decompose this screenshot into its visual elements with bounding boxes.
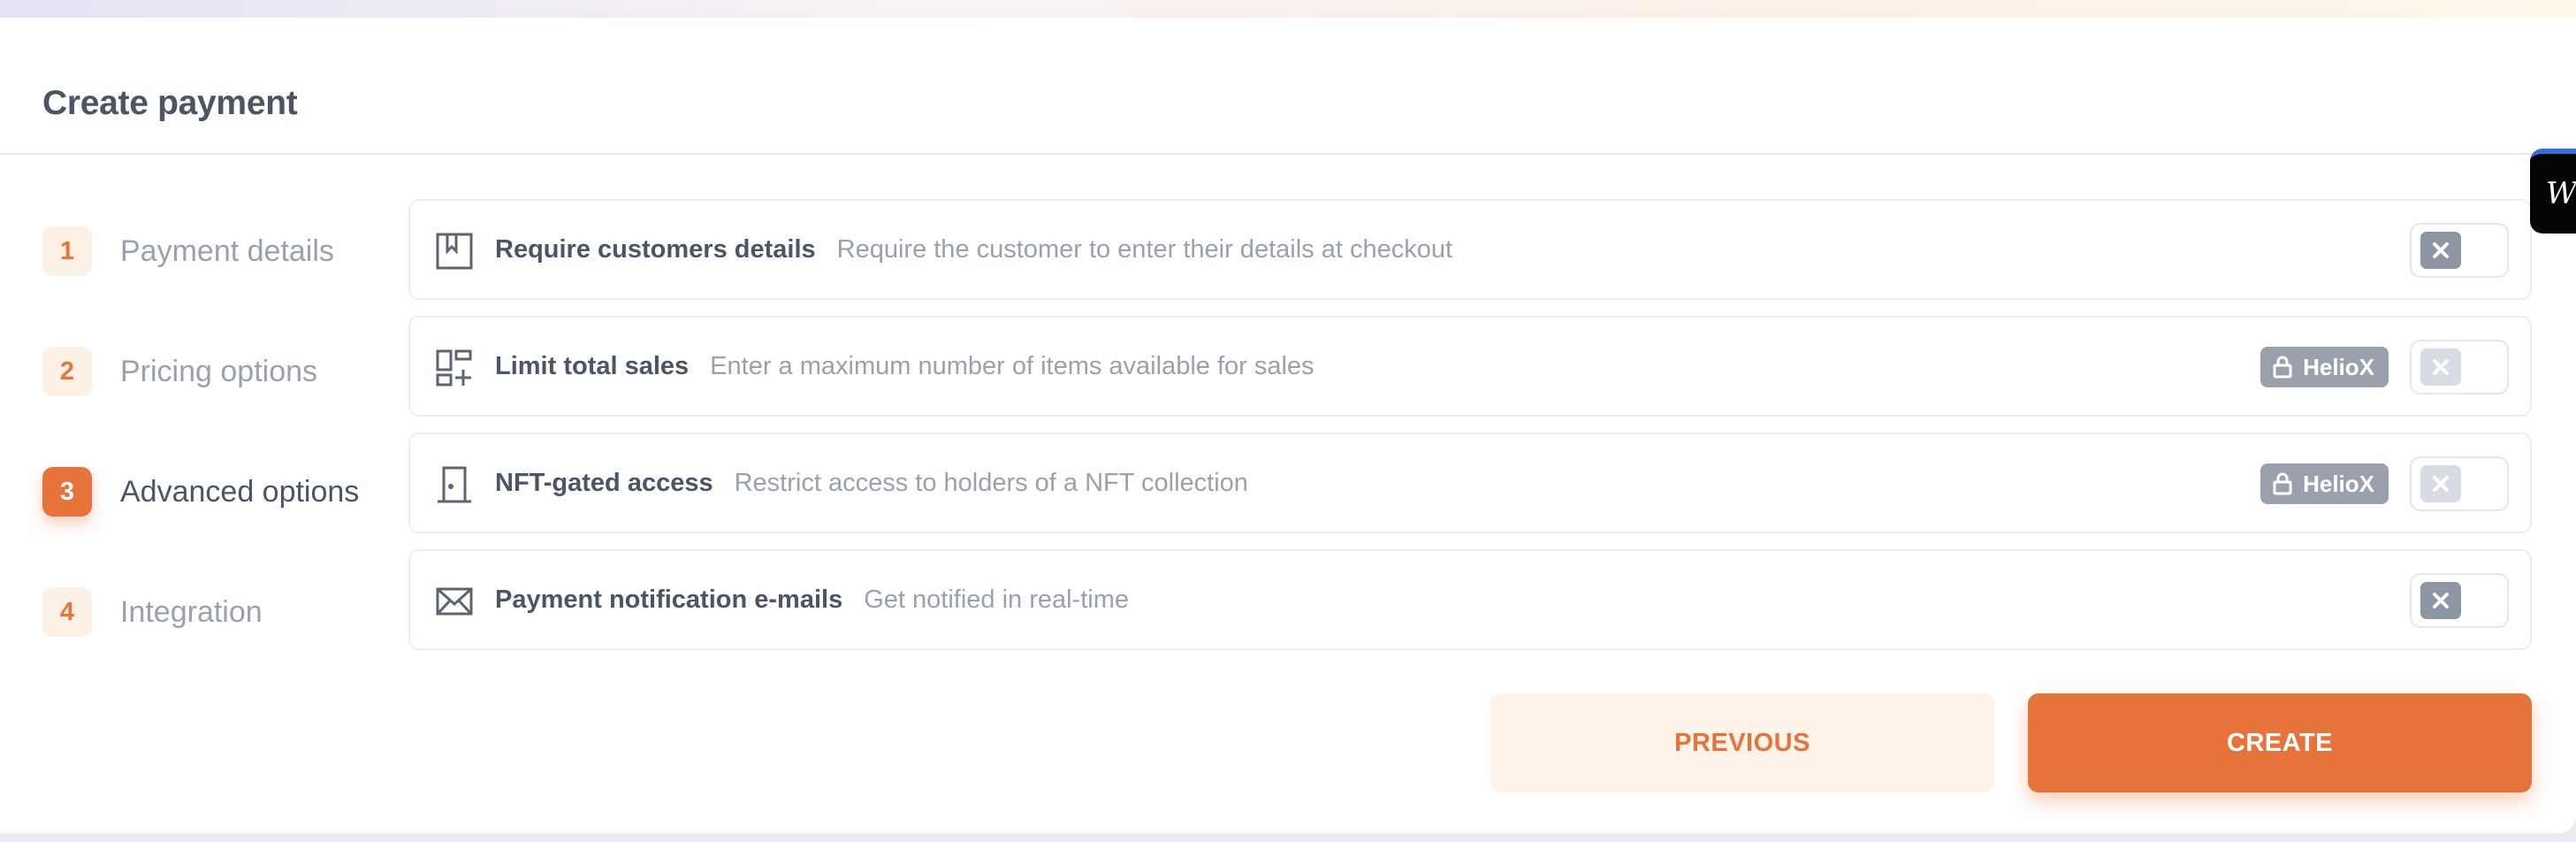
option-description: Require the customer to enter their deta… [836, 234, 1453, 264]
step-number: 1 [42, 226, 92, 276]
page-title: Create payment [42, 84, 298, 122]
option-limit-total-sales: Limit total sales Enter a maximum number… [408, 316, 2532, 417]
badge-label: HelioX [2303, 353, 2374, 380]
step-label: Payment details [120, 233, 334, 268]
lock-icon [2273, 472, 2292, 495]
option-require-customer-details: Require customers details Require the cu… [408, 199, 2532, 300]
step-number: 2 [42, 347, 92, 396]
require-details-toggle[interactable] [2410, 223, 2509, 278]
notification-emails-toggle[interactable] [2410, 573, 2509, 628]
step-pricing-options[interactable]: 2 Pricing options [42, 347, 317, 396]
close-icon [2420, 348, 2461, 386]
limit-sales-toggle[interactable] [2410, 340, 2509, 394]
widgets-add-icon [435, 348, 474, 387]
option-description: Enter a maximum number of items availabl… [710, 351, 1315, 380]
top-gradient-bar [0, 0, 2576, 18]
mail-icon [435, 582, 474, 621]
lock-icon [2273, 356, 2292, 379]
heliox-badge: HelioX [2260, 347, 2389, 387]
option-title: Require customers details [495, 234, 816, 264]
option-payment-notification-emails: Payment notification e-mails Get notifie… [408, 549, 2532, 650]
heliox-badge: HelioX [2260, 463, 2389, 504]
nft-gated-toggle[interactable] [2410, 456, 2509, 511]
step-label: Advanced options [120, 474, 360, 509]
bookmark-card-icon [435, 232, 474, 271]
step-label: Integration [120, 594, 263, 629]
card-header: Create payment [0, 18, 2576, 155]
option-title: Limit total sales [495, 351, 690, 380]
close-icon [2420, 465, 2461, 502]
option-title: NFT-gated access [495, 468, 713, 497]
step-advanced-options[interactable]: 3 Advanced options [42, 467, 359, 517]
badge-label: HelioX [2303, 470, 2374, 497]
step-number: 4 [42, 587, 92, 637]
step-number: 3 [42, 467, 92, 517]
close-icon [2420, 232, 2461, 269]
step-integration[interactable]: 4 Integration [42, 587, 263, 637]
step-payment-details[interactable]: 1 Payment details [42, 226, 334, 276]
close-icon [2420, 582, 2461, 619]
option-description: Get notified in real-time [864, 585, 1130, 614]
option-title: Payment notification e-mails [495, 585, 843, 614]
widget-glyph: W [2546, 176, 2576, 211]
step-label: Pricing options [120, 354, 318, 388]
option-nft-gated-access: NFT-gated access Restrict access to hold… [408, 432, 2532, 533]
option-description: Restrict access to holders of a NFT coll… [734, 468, 1248, 497]
floating-side-widget[interactable]: W [2530, 149, 2576, 233]
create-payment-card: Create payment 1 Payment details 2 Prici… [0, 0, 2576, 833]
door-icon [435, 465, 474, 504]
previous-button[interactable]: PREVIOUS [1490, 693, 1994, 792]
create-button[interactable]: CREATE [2028, 693, 2532, 792]
